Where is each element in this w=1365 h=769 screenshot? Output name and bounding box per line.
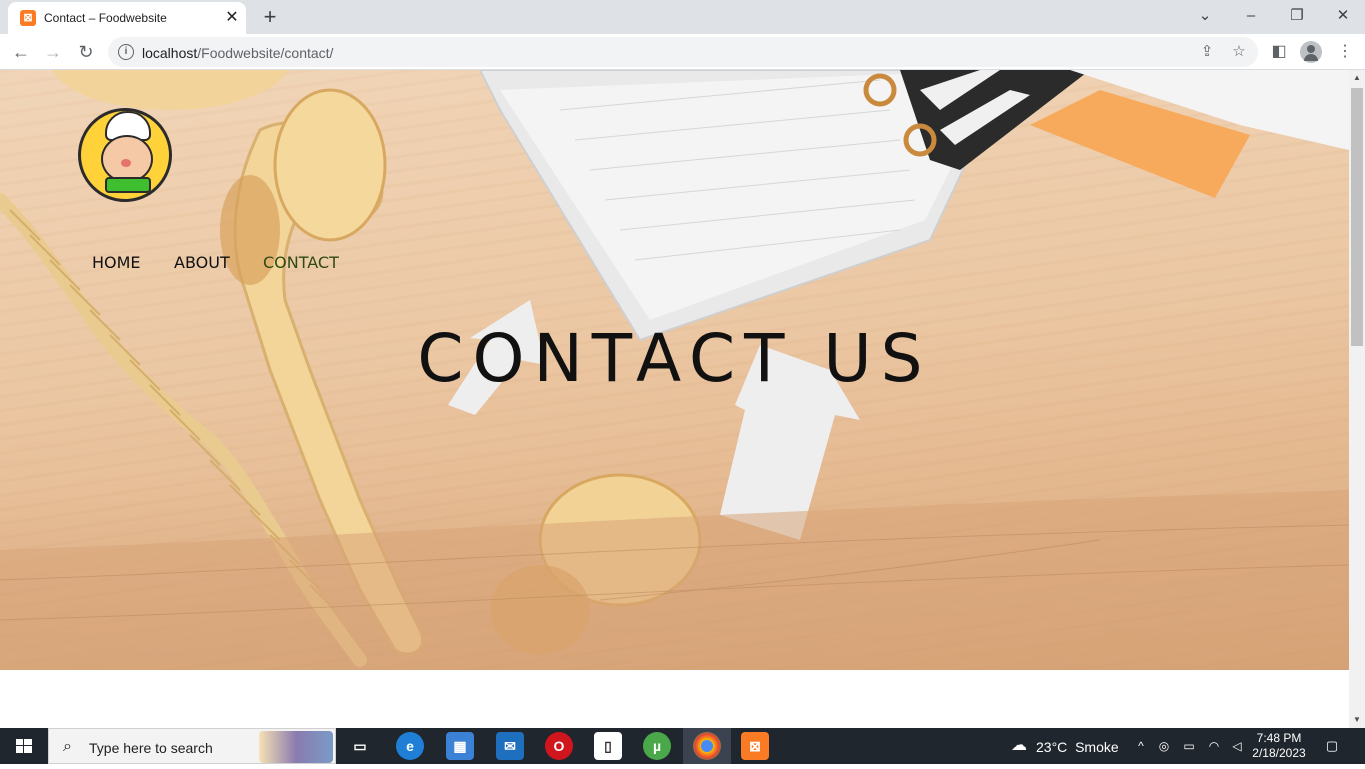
share-icon[interactable]: ⇪ [1196,41,1218,63]
xampp-icon: ⊠ [20,10,36,26]
scroll-up-arrow-icon[interactable]: ▲ [1349,70,1365,86]
profile-avatar[interactable] [1300,41,1322,63]
restore-button[interactable]: ❐ [1284,4,1310,28]
battery-icon[interactable]: ▭ [1180,737,1198,755]
side-panel-icon[interactable]: ◧ [1266,39,1292,65]
page-scrollbar[interactable]: ▲ ▼ [1349,70,1365,728]
clock-date: 2/18/2023 [1252,746,1306,760]
forward-button[interactable]: → [40,39,66,65]
chevron-up-icon[interactable]: ^ [1132,737,1150,755]
nav-home[interactable]: HOME [92,253,141,272]
nav-contact[interactable]: CONTACT [263,253,339,272]
minimize-button[interactable]: – [1238,4,1264,28]
tab-search-icon[interactable]: ⌄ [1192,4,1218,28]
browser-toolbar: ← → ↻ i localhost/Foodwebsite/contact/ ⇪… [0,34,1365,70]
url-path: /Foodwebsite/contact/ [197,45,334,61]
search-input[interactable]: Type here to search [89,740,213,756]
weather-temp: 23°C [1036,739,1068,755]
address-bar[interactable]: i localhost/Foodwebsite/contact/ ⇪ ☆ [108,37,1258,67]
weather-cloud-icon[interactable]: ☁ [1008,737,1030,755]
chrome-taskbar-item[interactable] [683,728,731,764]
windows-logo-icon [16,739,32,753]
new-tab-button[interactable]: + [258,5,282,29]
bookmark-star-icon[interactable]: ☆ [1228,41,1250,63]
reload-button[interactable]: ↻ [73,39,99,65]
hero-section: HOME ABOUT CONTACT CONTACT US [0,70,1349,670]
task-view-icon[interactable]: ▭ [346,732,374,760]
clock[interactable]: 7:48 PM 2/18/2023 [1250,731,1308,761]
scroll-down-arrow-icon[interactable]: ▼ [1349,712,1365,728]
taskbar-search[interactable]: ⌕ Type here to search [48,728,336,764]
menu-kebab-icon[interactable]: ⋮ [1332,39,1358,65]
chef-nose-shape [121,159,131,167]
page-title: CONTACT US [417,320,932,397]
browser-tab[interactable]: ⊠ Contact – Foodwebsite ✕ [8,2,246,34]
clock-time: 7:48 PM [1256,731,1302,745]
chef-scarf-shape [105,177,151,193]
windows-taskbar: ⌕ Type here to search ▭ e ▦ ✉ O ▯ µ ⊠ ☁ … [0,728,1365,764]
page-viewport: HOME ABOUT CONTACT CONTACT US [0,70,1349,728]
utorrent-icon[interactable]: µ [643,732,671,760]
xampp-taskbar-icon[interactable]: ⊠ [741,732,769,760]
url-text[interactable]: localhost/Foodwebsite/contact/ [142,45,333,61]
edge-icon[interactable]: e [396,732,424,760]
meet-now-icon[interactable]: ◎ [1155,737,1173,755]
store-icon[interactable]: ▦ [446,732,474,760]
weather-label: Smoke [1075,739,1119,755]
wifi-icon[interactable]: ◠ [1205,737,1223,755]
notification-icon[interactable]: ▢ [1322,737,1342,755]
url-host: localhost [142,45,198,61]
close-tab-icon[interactable]: ✕ [222,8,242,28]
weather-text[interactable]: 23°C Smoke [1036,739,1119,755]
tab-title: Contact – Foodwebsite [44,11,167,25]
search-icon: ⌕ [63,738,72,755]
close-window-button[interactable]: ✕ [1330,4,1356,28]
browser-tab-strip: ⊠ Contact – Foodwebsite ✕ + ⌄ – ❐ ✕ [0,0,1365,34]
volume-icon[interactable]: ◁ [1228,737,1246,755]
site-info-icon[interactable]: i [118,44,134,60]
file-icon[interactable]: ▯ [594,732,622,760]
search-highlight-image [259,731,333,763]
start-button[interactable] [0,728,48,764]
mail-icon[interactable]: ✉ [496,732,524,760]
scroll-thumb[interactable] [1351,88,1363,346]
opera-icon[interactable]: O [545,732,573,760]
chef-logo[interactable] [78,108,172,202]
back-button[interactable]: ← [8,39,34,65]
nav-about[interactable]: ABOUT [174,253,230,272]
chrome-icon [693,732,721,760]
